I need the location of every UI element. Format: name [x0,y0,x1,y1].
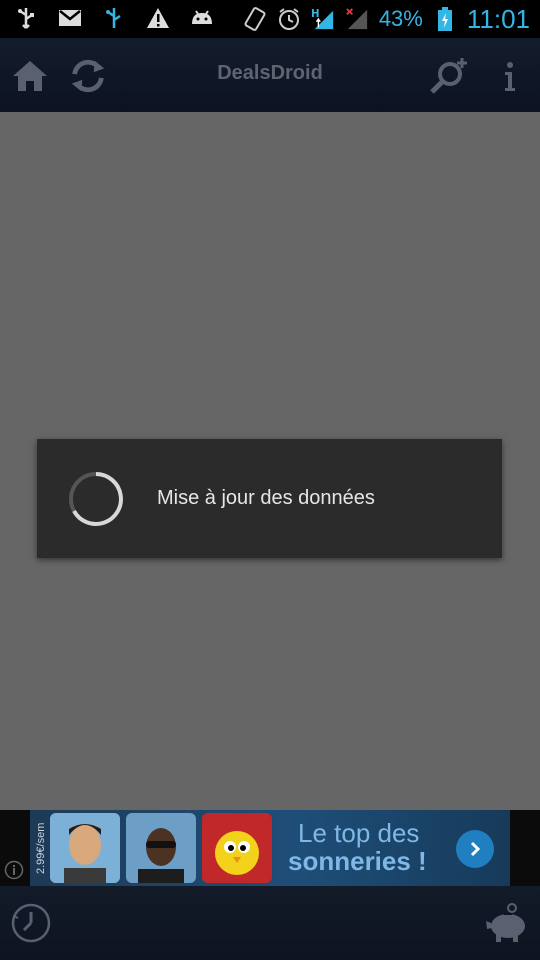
info-button[interactable] [490,56,530,96]
battery-icon [433,7,457,31]
ad-image-artist-2 [126,813,196,883]
chevron-right-icon [470,841,481,857]
system-icons: H 43% 11:01 [243,4,530,34]
alarm-icon [277,7,301,31]
signal-icon [345,7,369,31]
battery-percent: 43% [378,6,423,31]
usb-icon [14,6,38,30]
action-bar: DealsDroid [0,38,540,114]
search-add-button[interactable] [428,56,468,96]
ad-bar: 2.99€/sem Le top des sonneries ! [0,810,540,886]
ad-info-icon[interactable] [4,860,24,880]
savings-button[interactable] [484,900,530,946]
ad-headline-2: sonneries ! [288,846,427,876]
gmail-icon [58,6,82,30]
piggy-bank-icon [486,903,525,942]
search-add-icon [430,58,467,94]
notification-icons [14,6,214,30]
loading-spinner-icon [69,472,123,526]
android-icon [190,6,214,30]
history-button[interactable] [8,900,54,946]
info-icon [505,62,515,91]
ad-arrow-button[interactable] [456,830,494,868]
progress-dialog: Mise à jour des données [37,439,502,558]
ad-price: 2.99€/sem [35,822,47,874]
data-hspa-icon: H [311,7,335,31]
clock-icon [11,903,51,943]
bottom-bar [0,886,540,960]
status-bar: H 43% 11:01 [0,0,540,38]
ad-image-chick [202,813,272,883]
clock-time: 11:01 [466,4,530,34]
ad-banner[interactable]: 2.99€/sem Le top des sonneries ! [30,810,510,886]
progress-message: Mise à jour des données [157,487,375,509]
usb-debug-icon [102,6,126,30]
rotate-icon [243,7,267,31]
ad-headline-1: Le top des [298,818,420,848]
ad-image-artist-1 [50,813,120,883]
warning-icon [146,6,170,30]
